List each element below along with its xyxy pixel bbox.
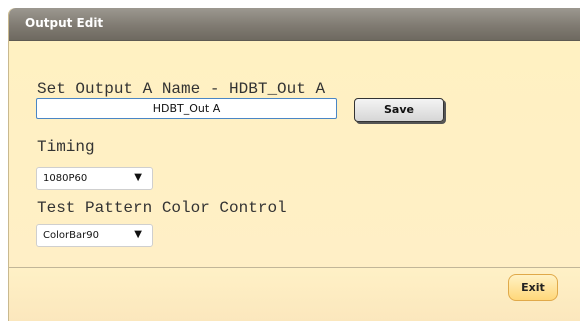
dialog-footer [9, 267, 580, 321]
dialog-title: Output Edit [25, 16, 104, 30]
output-name-label: Set Output A Name - HDBT_Out A [37, 80, 326, 98]
timing-selected-value: 1080P60 [43, 173, 88, 184]
exit-button[interactable]: Exit [508, 274, 558, 301]
test-pattern-label: Test Pattern Color Control [37, 199, 287, 217]
test-pattern-selected-value: ColorBar90 [43, 230, 99, 241]
output-edit-dialog: Output Edit [8, 8, 580, 321]
timing-label: Timing [37, 138, 95, 156]
chevron-down-icon: ▼ [134, 229, 142, 240]
test-pattern-select[interactable]: ColorBar90 ▼ [36, 224, 153, 247]
save-button[interactable]: Save [354, 98, 444, 122]
timing-select[interactable]: 1080P60 ▼ [36, 167, 153, 190]
chevron-down-icon: ▼ [134, 172, 142, 183]
dialog-title-bar[interactable]: Output Edit [9, 8, 580, 41]
output-name-input[interactable] [36, 98, 337, 119]
